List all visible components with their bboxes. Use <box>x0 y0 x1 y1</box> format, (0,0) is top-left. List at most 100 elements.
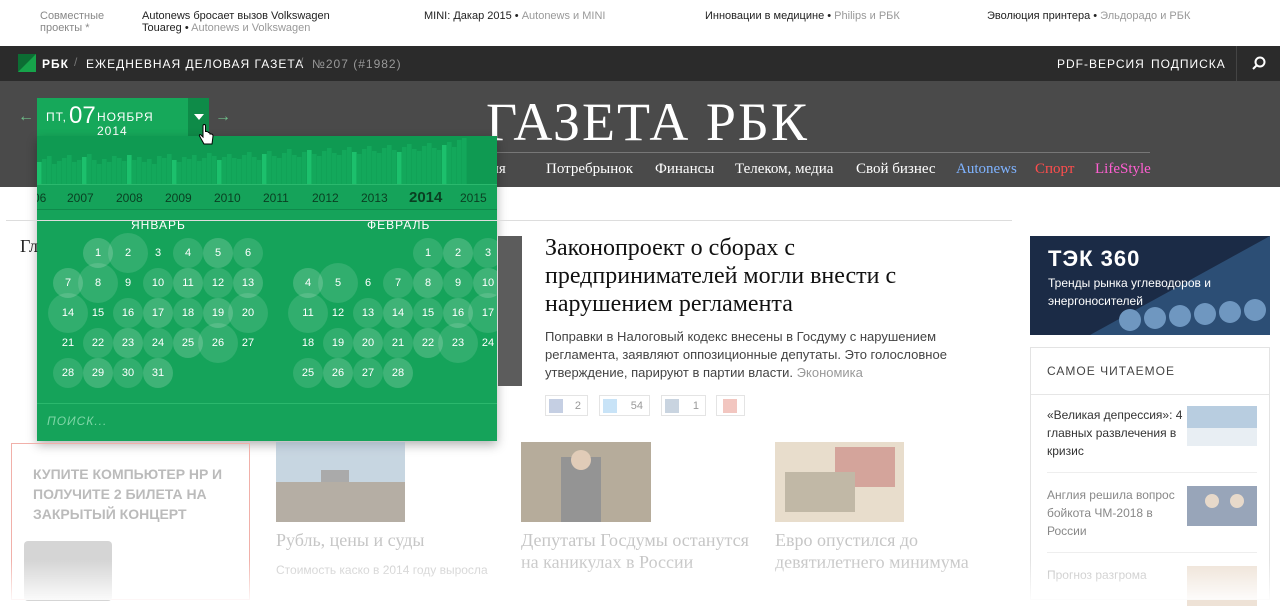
histogram-bar[interactable] <box>142 162 147 184</box>
histogram-bar[interactable] <box>177 162 182 184</box>
histogram-bar[interactable] <box>222 157 227 184</box>
most-read-item[interactable]: Англия решила вопрос бойкота ЧМ-2018 в Р… <box>1047 486 1187 540</box>
histogram-bar[interactable] <box>397 152 402 184</box>
histogram-bar[interactable] <box>297 157 302 184</box>
histogram-bar[interactable] <box>372 151 377 184</box>
histogram-bar[interactable] <box>172 160 177 184</box>
most-read-item[interactable]: «Великая депрессия»: 4 главных развлечен… <box>1047 406 1187 460</box>
calendar-day[interactable]: 3 <box>473 238 497 268</box>
calendar-day[interactable]: 24 <box>473 328 497 358</box>
histogram-bar[interactable] <box>122 161 127 184</box>
calendar-day[interactable]: 2 <box>443 238 473 268</box>
histogram-bar[interactable] <box>247 152 252 184</box>
calendar-day[interactable]: 25 <box>293 358 323 388</box>
histogram-bar[interactable] <box>267 151 272 184</box>
calendar-day[interactable]: 28 <box>383 358 413 388</box>
calendar-day[interactable]: 3 <box>143 238 173 268</box>
previous-issue-arrow-icon[interactable]: ← <box>18 108 34 126</box>
calendar-day[interactable]: 16 <box>113 298 143 328</box>
year-option[interactable]: 2014 <box>409 189 442 206</box>
calendar-day[interactable]: 2 <box>108 233 148 273</box>
histogram-bar[interactable] <box>262 154 267 184</box>
histogram-bar[interactable] <box>457 140 462 184</box>
calendar-day[interactable]: 12 <box>203 268 233 298</box>
histogram-bar[interactable] <box>87 154 92 184</box>
calendar-day[interactable]: 18 <box>293 328 323 358</box>
histogram-bar[interactable] <box>42 159 47 184</box>
histogram-bar[interactable] <box>137 157 142 184</box>
most-read-thumbnail[interactable] <box>1187 566 1257 606</box>
calendar-day[interactable]: 23 <box>438 323 478 363</box>
calendar-day[interactable]: 21 <box>53 328 83 358</box>
calendar-day[interactable]: 24 <box>143 328 173 358</box>
calendar-day[interactable]: 5 <box>318 263 358 303</box>
calendar-day[interactable]: 6 <box>233 238 263 268</box>
lead-story-image[interactable] <box>498 236 522 386</box>
histogram-bar[interactable] <box>127 155 132 184</box>
histogram-bar[interactable] <box>277 158 282 184</box>
histogram-bar[interactable] <box>47 156 52 184</box>
calendar-day[interactable]: 14 <box>48 293 88 333</box>
histogram-bar[interactable] <box>357 154 362 184</box>
histogram-bar[interactable] <box>192 155 197 184</box>
most-read-thumbnail[interactable] <box>1187 486 1257 526</box>
histogram-bar[interactable] <box>337 155 342 184</box>
calendar-day[interactable]: 30 <box>113 358 143 388</box>
histogram-bar[interactable] <box>202 158 207 184</box>
year-option[interactable]: 2012 <box>312 191 339 205</box>
histogram-bar[interactable] <box>292 155 297 184</box>
histogram-bar[interactable] <box>322 151 327 184</box>
histogram-bar[interactable] <box>447 142 452 184</box>
histogram-bar[interactable] <box>147 159 152 184</box>
calendar-day[interactable]: 9 <box>113 268 143 298</box>
histogram-bar[interactable] <box>207 153 212 184</box>
calendar-day[interactable]: 10 <box>143 268 173 298</box>
year-option[interactable]: 06 <box>37 191 46 205</box>
year-option[interactable]: 2010 <box>214 191 241 205</box>
nav-link[interactable]: Телеком, медиа <box>735 161 833 178</box>
partner-promo-link[interactable]: Autonews бросает вызов Volkswagen Touare… <box>142 10 372 34</box>
histogram-bar[interactable] <box>427 143 432 184</box>
tek360-banner[interactable]: ТЭК 360 Тренды рынка углеводоров и энерг… <box>1030 236 1270 335</box>
lead-story-title[interactable]: Законопроект о сборах с предпринимателей… <box>545 234 985 318</box>
lead-story-category-link[interactable]: Экономика <box>797 365 863 380</box>
calendar-day[interactable]: 29 <box>83 358 113 388</box>
card-image[interactable] <box>521 442 651 522</box>
histogram-bar[interactable] <box>97 164 102 184</box>
histogram-bar[interactable] <box>352 152 357 184</box>
histogram-bar[interactable] <box>342 150 347 184</box>
card-title[interactable]: Рубль, цены и суды <box>276 529 496 551</box>
histogram-bar[interactable] <box>152 164 157 184</box>
histogram-bar[interactable] <box>377 153 382 184</box>
histogram-bar[interactable] <box>462 138 467 184</box>
card-title[interactable]: Евро опустился до девятилетнего минимума <box>775 529 985 573</box>
histogram-bar[interactable] <box>302 152 307 184</box>
calendar-day[interactable]: 23 <box>113 328 143 358</box>
histogram-bar[interactable] <box>132 160 137 184</box>
histogram-bar[interactable] <box>317 156 322 184</box>
nav-link[interactable]: Финансы <box>655 161 714 178</box>
subscribe-link[interactable]: ПОДПИСКА <box>1151 57 1226 71</box>
calendar-day[interactable]: 21 <box>383 328 413 358</box>
card-title[interactable]: Депутаты Госдумы останутся на каникулах … <box>521 529 751 573</box>
partner-promo-link[interactable]: Эволюция принтера • Эльдорадо и РБК <box>987 10 1190 22</box>
calendar-day[interactable]: 28 <box>53 358 83 388</box>
calendar-search-input[interactable] <box>47 414 347 428</box>
calendar-day[interactable]: 11 <box>288 293 328 333</box>
histogram-bar[interactable] <box>72 162 77 184</box>
histogram-bar[interactable] <box>182 157 187 184</box>
share-vk-button[interactable]: 1 <box>661 395 706 416</box>
histogram-bar[interactable] <box>217 160 222 184</box>
issues-histogram[interactable] <box>37 136 497 184</box>
histogram-bar[interactable] <box>187 159 192 184</box>
calendar-day[interactable]: 13 <box>353 298 383 328</box>
calendar-day[interactable]: 26 <box>323 358 353 388</box>
histogram-bar[interactable] <box>197 161 202 184</box>
year-option[interactable]: 2011 <box>263 191 289 205</box>
histogram-bar[interactable] <box>242 155 247 184</box>
year-option[interactable]: 2008 <box>116 191 143 205</box>
search-button[interactable] <box>1236 46 1280 81</box>
histogram-bar[interactable] <box>37 162 42 184</box>
card-image[interactable] <box>276 442 405 522</box>
calendar-day[interactable]: 20 <box>353 328 383 358</box>
